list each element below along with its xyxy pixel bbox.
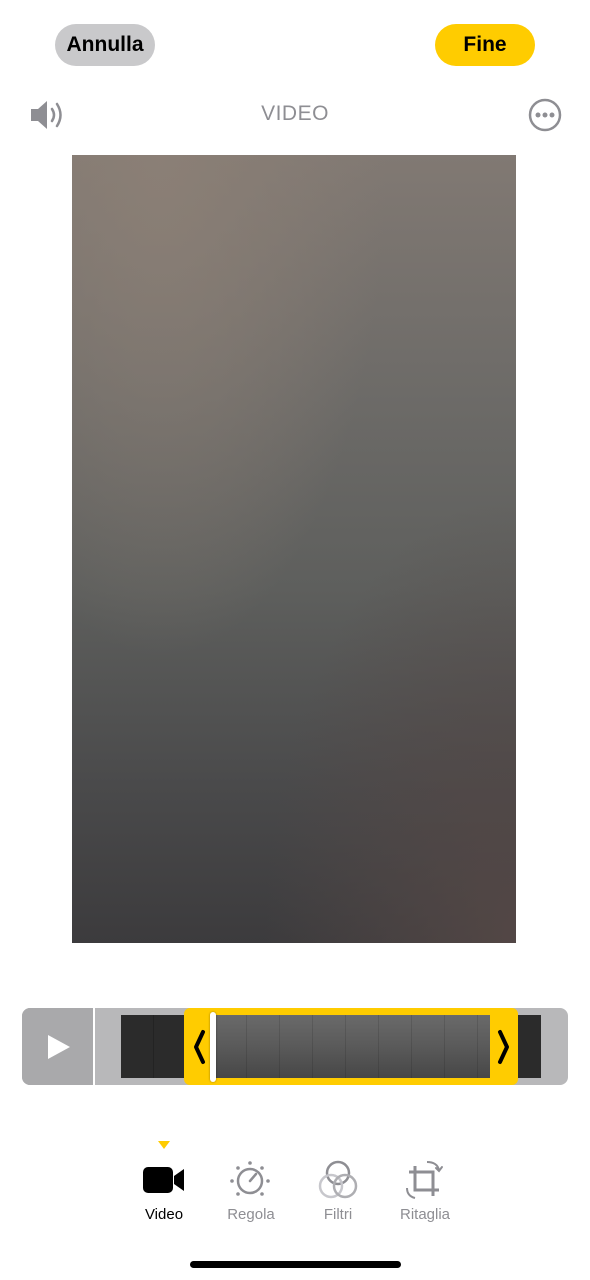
tab-adjust[interactable]: Regola	[211, 1158, 291, 1223]
tab-label: Filtri	[323, 1206, 353, 1223]
page-title: VIDEO	[261, 102, 329, 125]
chevron-right-icon	[498, 1029, 509, 1064]
tab-label: Ritaglia	[399, 1206, 451, 1223]
trim-handle-right[interactable]	[490, 1008, 518, 1085]
playhead[interactable]	[210, 1012, 216, 1082]
timeline-divider	[93, 1008, 95, 1085]
video-timeline[interactable]	[22, 1008, 568, 1085]
active-tab-indicator	[158, 1141, 170, 1149]
ellipsis-circle-icon[interactable]	[528, 98, 562, 132]
done-button[interactable]: Fine	[435, 24, 535, 66]
video-camera-icon	[143, 1167, 184, 1193]
play-button[interactable]	[22, 1008, 93, 1085]
tab-label: Video	[144, 1206, 184, 1223]
play-icon	[47, 1034, 70, 1059]
chevron-left-icon	[194, 1029, 205, 1064]
tab-crop[interactable]: Ritaglia	[385, 1158, 465, 1223]
trim-selection[interactable]	[184, 1008, 518, 1085]
video-preview[interactable]	[72, 155, 516, 943]
tab-label: Regola	[227, 1206, 275, 1223]
trimmed-frames	[214, 1015, 490, 1078]
overlapping-circles-icon	[318, 1160, 358, 1199]
dial-icon	[230, 1161, 270, 1196]
cancel-button[interactable]: Annulla	[55, 24, 155, 66]
tab-filters[interactable]: Filtri	[298, 1158, 378, 1223]
tab-video[interactable]: Video	[124, 1158, 204, 1223]
crop-rotate-icon	[406, 1161, 443, 1199]
home-indicator[interactable]	[190, 1261, 401, 1268]
